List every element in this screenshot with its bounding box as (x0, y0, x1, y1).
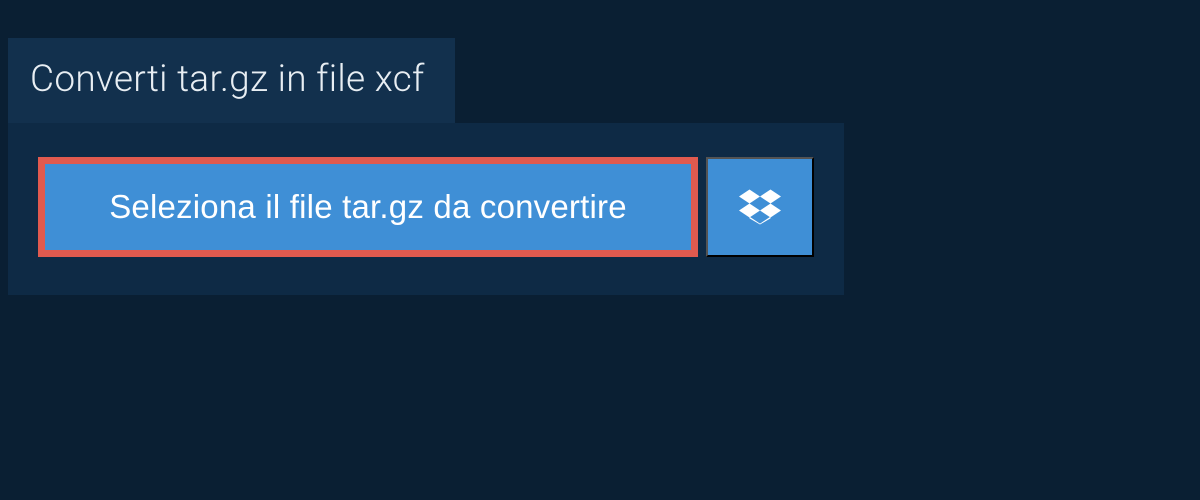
converter-panel: Seleziona il file tar.gz da convertire (8, 123, 844, 295)
dropbox-icon (739, 186, 781, 228)
header-tab: Converti tar.gz in file xcf (8, 38, 455, 123)
dropbox-button[interactable] (706, 157, 814, 257)
page-title: Converti tar.gz in file xcf (30, 58, 425, 101)
select-file-label: Seleziona il file tar.gz da convertire (109, 188, 627, 226)
select-file-button[interactable]: Seleziona il file tar.gz da convertire (38, 157, 698, 257)
